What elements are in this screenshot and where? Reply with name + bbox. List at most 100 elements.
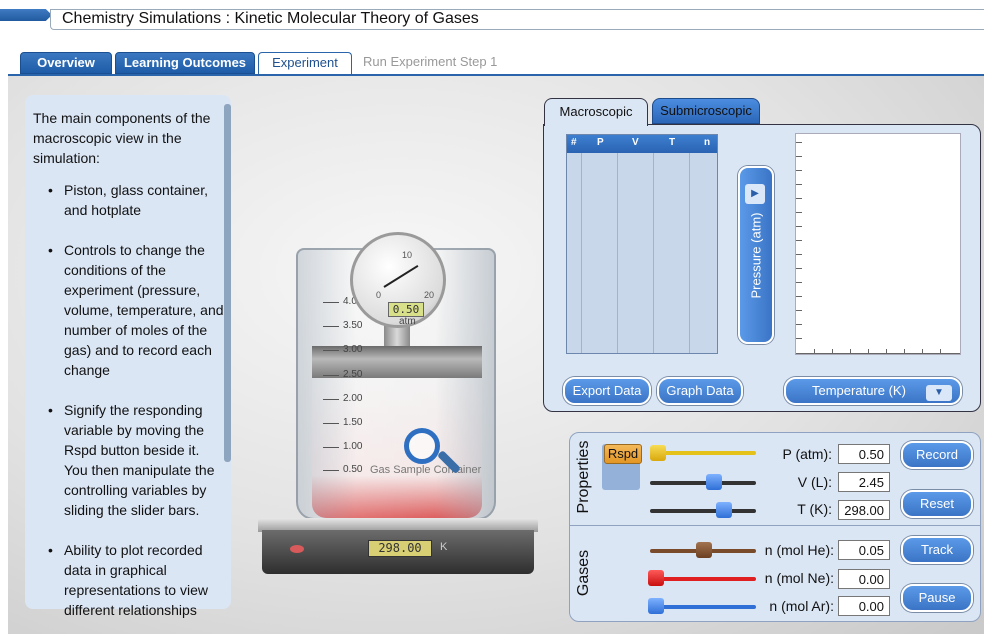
y-tick xyxy=(796,282,802,283)
info-bullet-list: Piston, glass container, and hotplate Co… xyxy=(38,180,224,620)
hotplate-readout: 298.00 xyxy=(368,540,432,557)
column-divider xyxy=(617,153,618,353)
title-bar: Chemistry Simulations : Kinetic Molecula… xyxy=(0,0,984,30)
pressure-field[interactable] xyxy=(838,444,890,464)
controls-divider xyxy=(569,525,981,526)
ne-field[interactable] xyxy=(838,569,890,589)
scale-label: 3.50 xyxy=(343,320,363,331)
volume-field[interactable] xyxy=(838,472,890,492)
gauge-tick: 10 xyxy=(402,250,413,260)
ne-slider-thumb[interactable] xyxy=(648,570,664,586)
y-tick xyxy=(796,198,802,199)
title-tag-icon xyxy=(0,9,52,21)
tab-learning-outcomes[interactable]: Learning Outcomes xyxy=(115,52,255,74)
ne-label: n (mol Ne): xyxy=(764,570,834,586)
scale-label: 1.50 xyxy=(343,417,363,428)
info-scrollbar[interactable] xyxy=(224,104,231,462)
y-tick xyxy=(796,226,802,227)
graph-area xyxy=(795,133,961,355)
ar-field[interactable] xyxy=(838,596,890,616)
gases-label: Gases xyxy=(575,549,592,597)
play-icon[interactable]: ▶ xyxy=(745,184,765,204)
temperature-label: T (K): xyxy=(797,501,832,517)
tab-macroscopic[interactable]: Macroscopic xyxy=(544,98,648,126)
scale-tick xyxy=(323,375,339,376)
ne-slider-track[interactable] xyxy=(650,577,756,581)
ar-label: n (mol Ar): xyxy=(769,598,834,614)
ar-slider-thumb[interactable] xyxy=(648,598,664,614)
magnifier-icon[interactable] xyxy=(404,428,440,464)
tab-run-experiment-step: Run Experiment Step 1 xyxy=(363,54,498,69)
hotplate-unit: K xyxy=(440,541,448,553)
y-tick xyxy=(796,254,802,255)
y-axis-label: Pressure (atm) xyxy=(748,212,764,299)
column-divider xyxy=(689,153,690,353)
graph-data-button[interactable]: Graph Data xyxy=(657,377,743,405)
export-data-button[interactable]: Export Data xyxy=(563,377,651,405)
scale-tick xyxy=(323,399,339,400)
container-label: Gas Sample Container xyxy=(370,464,482,476)
column-header: P xyxy=(597,137,604,148)
pause-button[interactable]: Pause xyxy=(901,584,973,612)
volume-slider-track[interactable] xyxy=(650,481,756,485)
he-slider-thumb[interactable] xyxy=(696,542,712,558)
list-item: Signify the responding variable by movin… xyxy=(38,400,224,520)
y-tick xyxy=(796,170,802,171)
column-header: V xyxy=(632,137,639,148)
tab-overview[interactable]: Overview xyxy=(20,52,112,74)
list-item: Controls to change the conditions of the… xyxy=(38,240,224,380)
hotplate-indicator-icon xyxy=(290,545,304,553)
he-field[interactable] xyxy=(838,540,890,560)
data-table: # P V T n xyxy=(566,134,718,354)
volume-slider-thumb[interactable] xyxy=(706,474,722,490)
y-tick xyxy=(796,212,802,213)
app-title: Chemistry Simulations : Kinetic Molecula… xyxy=(62,10,479,27)
column-header: n xyxy=(704,137,711,148)
y-tick xyxy=(796,184,802,185)
record-button[interactable]: Record xyxy=(901,441,973,469)
volume-label: V (L): xyxy=(797,474,832,490)
list-item: Piston, glass container, and hotplate xyxy=(38,180,224,220)
y-tick xyxy=(796,324,802,325)
ar-slider-track[interactable] xyxy=(650,605,756,609)
tab-experiment[interactable]: Experiment xyxy=(258,52,352,74)
scale-label: 1.00 xyxy=(343,441,363,452)
scale-tick xyxy=(323,326,339,327)
info-intro: The main components of the macroscopic v… xyxy=(33,110,211,166)
temperature-field[interactable] xyxy=(838,500,890,520)
x-axis-line xyxy=(796,353,960,354)
gauge-readout: 0.50 xyxy=(388,302,424,317)
scale-label: 3.00 xyxy=(343,344,363,355)
temperature-slider-thumb[interactable] xyxy=(716,502,732,518)
table-header: # P V T n xyxy=(567,135,717,153)
y-tick xyxy=(796,156,802,157)
reset-button[interactable]: Reset xyxy=(901,490,973,518)
y-tick xyxy=(796,296,802,297)
scale-tick xyxy=(323,302,339,303)
scale-label: 0.50 xyxy=(343,464,363,475)
scale-tick xyxy=(323,470,339,471)
scale-tick xyxy=(323,423,339,424)
gauge-tick: 0 xyxy=(376,290,382,300)
y-tick xyxy=(796,268,802,269)
gauge-unit: atm xyxy=(399,316,416,327)
y-tick xyxy=(796,142,802,143)
track-button[interactable]: Track xyxy=(901,536,973,564)
he-label: n (mol He): xyxy=(764,542,834,558)
pressure-slider-thumb[interactable] xyxy=(650,445,666,461)
y-tick xyxy=(796,310,802,311)
tab-submicroscopic[interactable]: Submicroscopic xyxy=(652,98,760,124)
scale-tick xyxy=(323,447,339,448)
temperature-slider-track[interactable] xyxy=(650,509,756,513)
gauge-tick: 20 xyxy=(424,290,435,300)
pressure-label: P (atm): xyxy=(782,446,832,462)
scale-tick xyxy=(323,350,339,351)
rspd-button[interactable]: Rspd xyxy=(604,444,642,464)
column-header: T xyxy=(669,137,676,148)
column-divider xyxy=(581,153,582,353)
scale-label: 2.00 xyxy=(343,393,363,404)
y-tick xyxy=(796,338,802,339)
chevron-down-icon[interactable]: ▼ xyxy=(926,385,952,401)
y-tick xyxy=(796,240,802,241)
list-item: Ability to plot recorded data in graphic… xyxy=(38,540,224,620)
